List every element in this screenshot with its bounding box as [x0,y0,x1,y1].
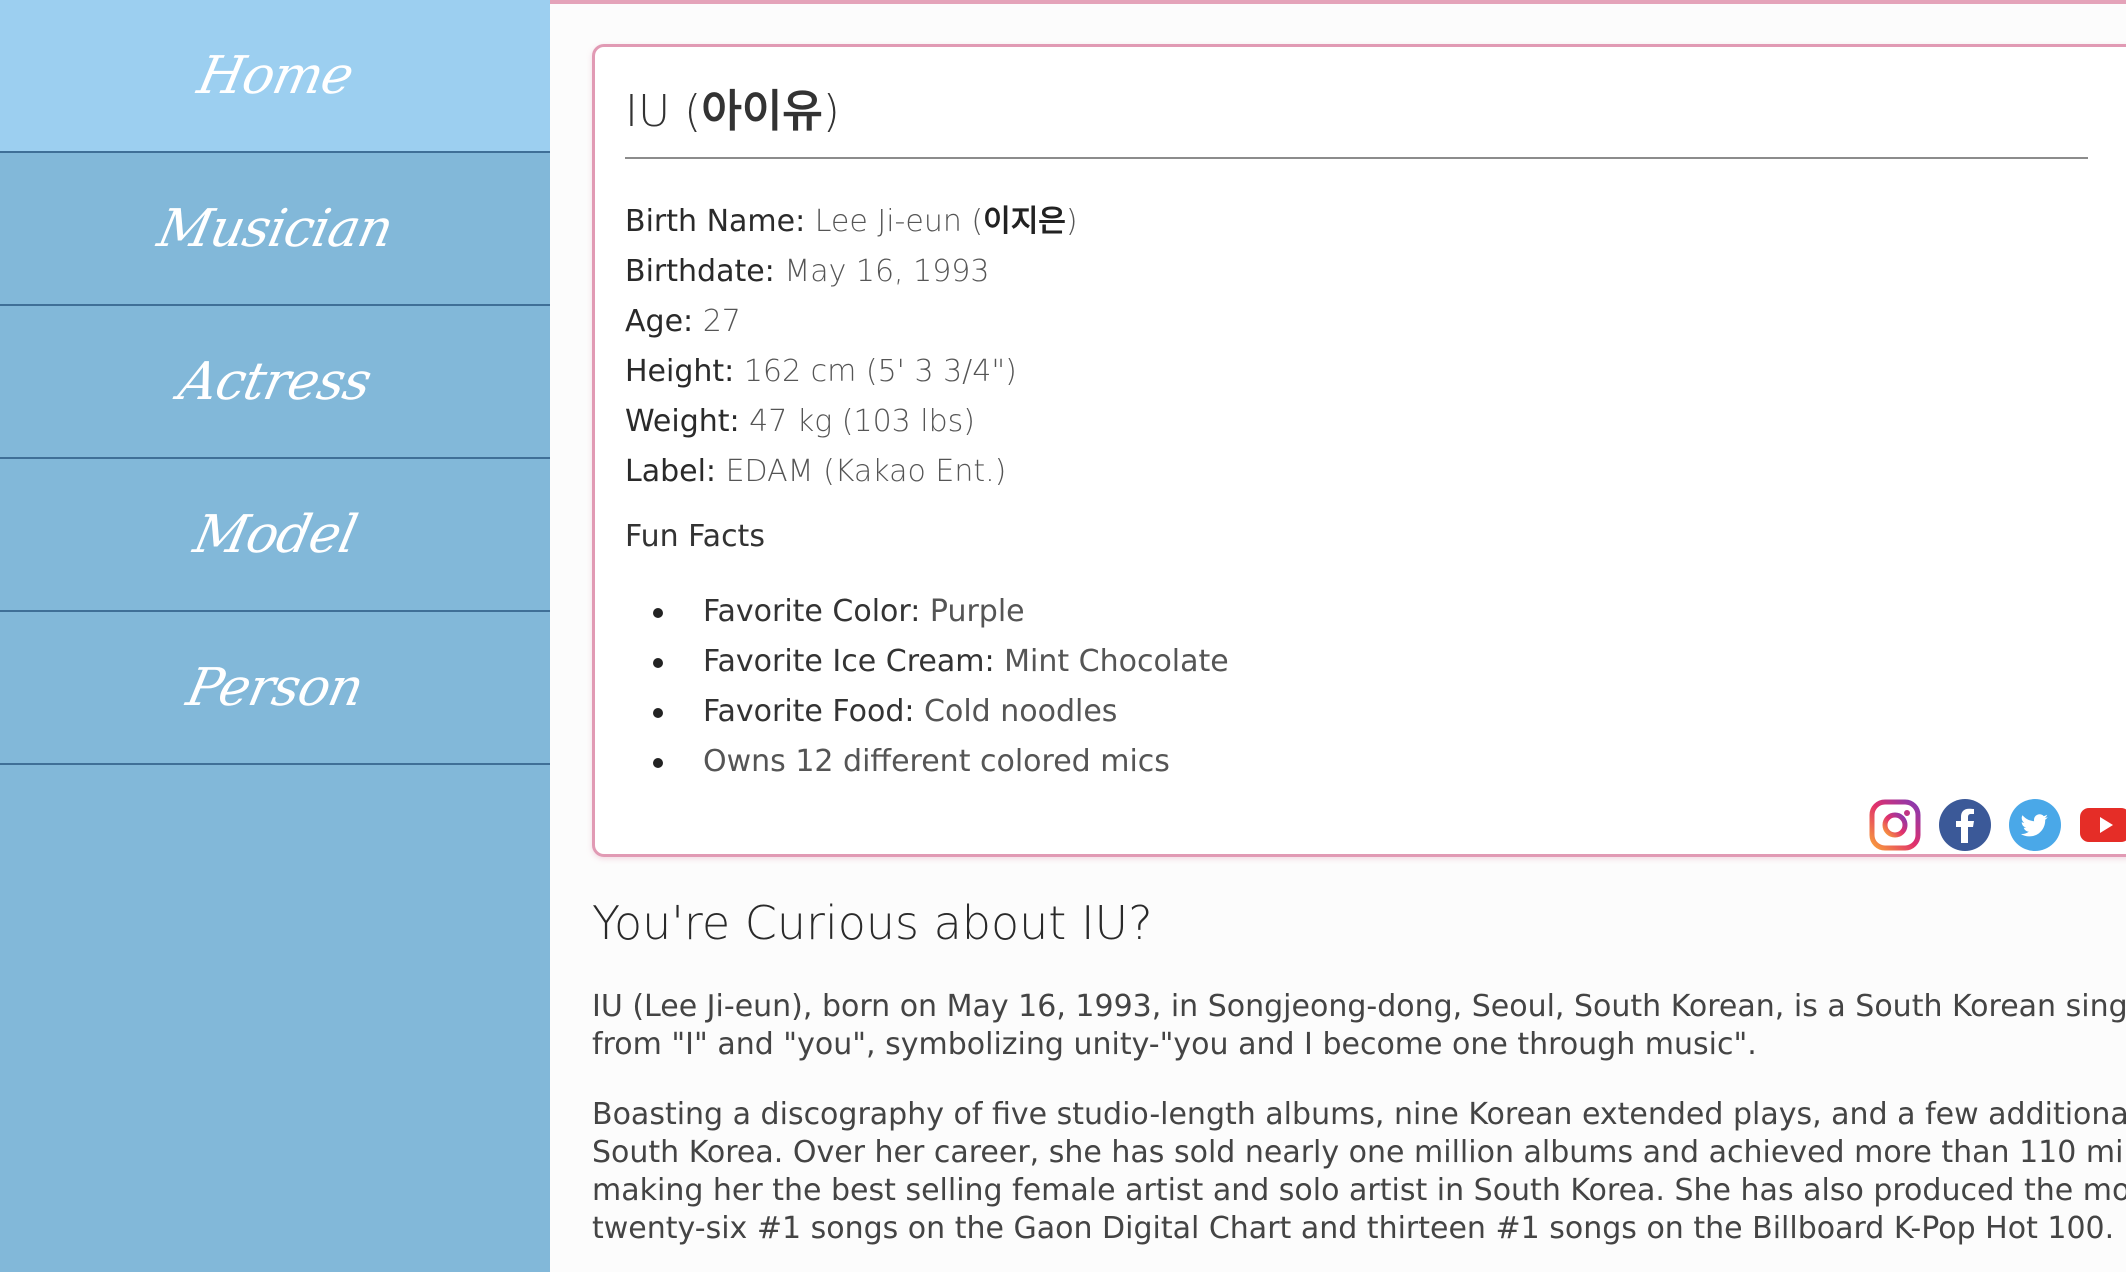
fun-fact-value: Mint Chocolate [1004,644,1229,679]
fun-fact-key: Favorite Color: [703,594,921,629]
fact-value: Lee Ji-eun ( [814,204,984,239]
nav-label: Home [192,45,358,106]
list-item: Favorite Ice Cream: Mint Chocolate [653,637,1229,687]
facebook-icon[interactable] [1939,799,1991,851]
paragraph-line: Boasting a discography of five studio-le… [592,1097,2126,1132]
title-english: IU ( [625,86,702,137]
fun-fact-key: Favorite Ice Cream: [703,644,995,679]
discography-paragraph: Boasting a discography of five studio-le… [592,1096,2126,1248]
fun-facts-heading: Fun Facts [625,519,765,554]
profile-card: IU (아이유) Birth Name: Lee Ji-eun (이지은) Bi… [592,44,2126,857]
profile-facts: Birth Name: Lee Ji-eun (이지은) Birthdate: … [625,197,1078,497]
paragraph-line: IU (Lee Ji-eun), born on May 16, 1993, i… [592,989,2126,1024]
paragraph-line: twenty-six #1 songs on the Gaon Digital … [592,1211,2115,1246]
main-content: IU (아이유) Birth Name: Lee Ji-eun (이지은) Bi… [550,0,2126,1272]
fact-key: Label: [625,454,717,489]
paragraph-line: from "I" and "you", symbolizing unity-"y… [592,1027,1757,1062]
nav-item-person[interactable]: Person [0,612,550,765]
fact-value: 27 [702,304,741,339]
fact-value: EDAM (Kakao Ent.) [725,454,1007,489]
list-item: Owns 12 different colored mics [653,737,1229,787]
fun-fact-key: Favorite Food: [703,694,915,729]
fact-key: Birthdate: [625,254,775,289]
fact-key: Height: [625,354,735,389]
fact-value: 162 cm (5' 3 3/4") [743,354,1017,389]
nav-item-actress[interactable]: Actress [0,306,550,459]
title-korean: 아이유 [701,86,823,137]
fact-value-korean: 이지은 [983,204,1066,239]
twitter-icon[interactable] [2009,799,2061,851]
fact-weight: Weight: 47 kg (103 lbs) [625,397,1078,447]
fact-birth-name: Birth Name: Lee Ji-eun (이지은) [625,197,1078,247]
intro-paragraph: IU (Lee Ji-eun), born on May 16, 1993, i… [592,988,2126,1064]
fun-fact-value: Purple [929,594,1025,629]
fact-key: Birth Name: [625,204,806,239]
fun-fact-value: Cold noodles [924,694,1118,729]
nav-item-model[interactable]: Model [0,459,550,612]
instagram-icon[interactable] [1869,799,1921,851]
fact-birthdate: Birthdate: May 16, 1993 [625,247,1078,297]
fact-value: May 16, 1993 [784,254,990,289]
fun-facts-list: Favorite Color: Purple Favorite Ice Crea… [653,587,1229,787]
fact-height: Height: 162 cm (5' 3 3/4") [625,347,1078,397]
social-links [1869,799,2126,851]
list-item: Favorite Color: Purple [653,587,1229,637]
fact-key: Weight: [625,404,740,439]
nav-item-musician[interactable]: Musician [0,153,550,306]
fact-age: Age: 27 [625,297,1078,347]
section-heading: You're Curious about IU? [592,896,1153,950]
title-close-paren: ) [822,86,840,137]
paragraph-line: South Korea. Over her career, she has so… [592,1135,2126,1170]
fun-fact-value: Owns 12 different colored mics [703,744,1170,779]
sidebar: Home Musician Actress Model Person [0,0,550,1272]
fact-value: 47 kg (103 lbs) [749,404,976,439]
nav-label: Musician [152,198,398,259]
profile-title: IU (아이유) [625,75,840,139]
fact-value-tail: ) [1065,204,1078,239]
title-divider [625,157,2088,159]
nav-label: Person [181,657,369,718]
fact-key: Age: [625,304,694,339]
nav-label: Model [188,504,362,565]
nav-label: Actress [173,351,377,412]
youtube-icon[interactable] [2079,799,2126,851]
fact-label: Label: EDAM (Kakao Ent.) [625,447,1078,497]
list-item: Favorite Food: Cold noodles [653,687,1229,737]
paragraph-line: making her the best selling female artis… [592,1173,2126,1208]
nav-item-home[interactable]: Home [0,0,550,153]
